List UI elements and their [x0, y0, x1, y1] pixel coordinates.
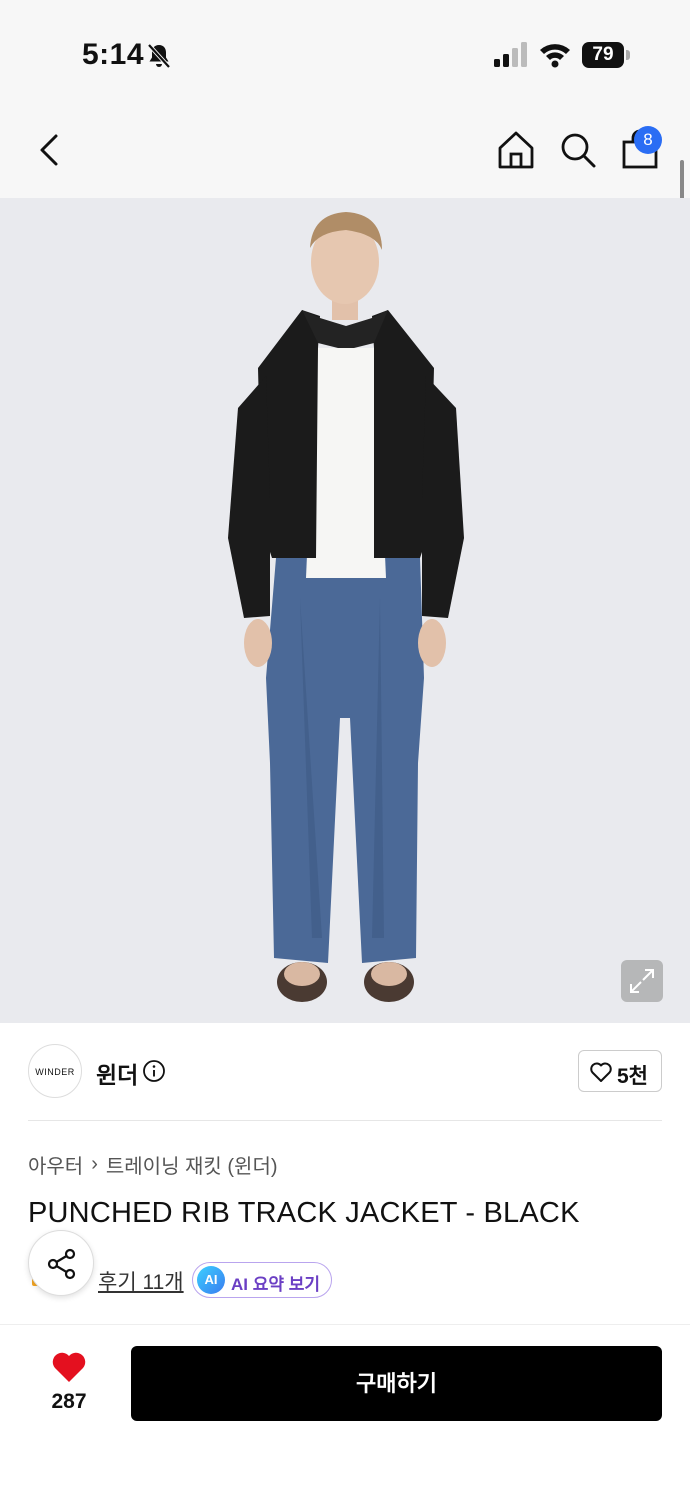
- brand-row: WINDER 윈더 5천: [28, 1044, 662, 1100]
- search-icon[interactable]: [556, 128, 600, 172]
- section-divider: [28, 1120, 662, 1121]
- status-bar: 5:14 79: [0, 0, 690, 100]
- bell-off-icon: [147, 43, 171, 69]
- ai-summary-label: AI 요약 보기: [231, 1275, 321, 1294]
- wishlist-button[interactable]: 287: [40, 1350, 98, 1420]
- breadcrumb-category[interactable]: 아우터: [28, 1150, 83, 1179]
- heart-outline-icon: [590, 1062, 612, 1082]
- breadcrumb-subcategory[interactable]: 트레이닝 재킷 (윈더): [106, 1150, 278, 1179]
- back-arrow-icon[interactable]: [30, 128, 74, 172]
- home-icon[interactable]: [494, 128, 538, 172]
- wifi-icon: [540, 44, 570, 68]
- brand-like-count: 5천: [617, 1065, 648, 1088]
- model-photo: [0, 198, 690, 1023]
- brand-name[interactable]: 윈더: [96, 1056, 138, 1090]
- battery-level: 79: [582, 42, 624, 68]
- breadcrumb: 아우터 › 트레이닝 재킷 (윈더): [28, 1150, 278, 1178]
- brand-logo[interactable]: WINDER: [28, 1044, 82, 1098]
- battery-tip: [626, 50, 630, 60]
- expand-icon[interactable]: [621, 960, 663, 1002]
- wishlist-count: 287: [51, 1390, 87, 1413]
- battery-indicator: 79: [582, 42, 630, 68]
- ai-summary-button[interactable]: AI AI 요약 보기: [192, 1262, 332, 1298]
- product-image[interactable]: [0, 198, 690, 1023]
- share-icon: [47, 1248, 76, 1280]
- share-button[interactable]: [28, 1230, 94, 1296]
- cart-count-badge: 8: [634, 126, 662, 154]
- signal-icon: [494, 42, 527, 67]
- status-time: 5:14: [82, 38, 145, 71]
- ai-logo-icon: AI: [197, 1266, 225, 1294]
- review-count-link[interactable]: 후기 11개: [98, 1266, 184, 1296]
- top-nav-bar: [0, 100, 690, 198]
- buy-button[interactable]: 구매하기: [131, 1346, 662, 1421]
- heart-filled-icon: [52, 1352, 86, 1382]
- product-title: PUNCHED RIB TRACK JACKET - BLACK: [28, 1197, 580, 1229]
- review-row: 후기 11개 AI AI 요약 보기: [28, 1230, 662, 1298]
- info-icon[interactable]: [142, 1059, 166, 1083]
- chevron-right-icon: ›: [91, 1152, 98, 1175]
- brand-like-button[interactable]: 5천: [578, 1050, 662, 1092]
- bottom-bar-divider: [0, 1324, 690, 1325]
